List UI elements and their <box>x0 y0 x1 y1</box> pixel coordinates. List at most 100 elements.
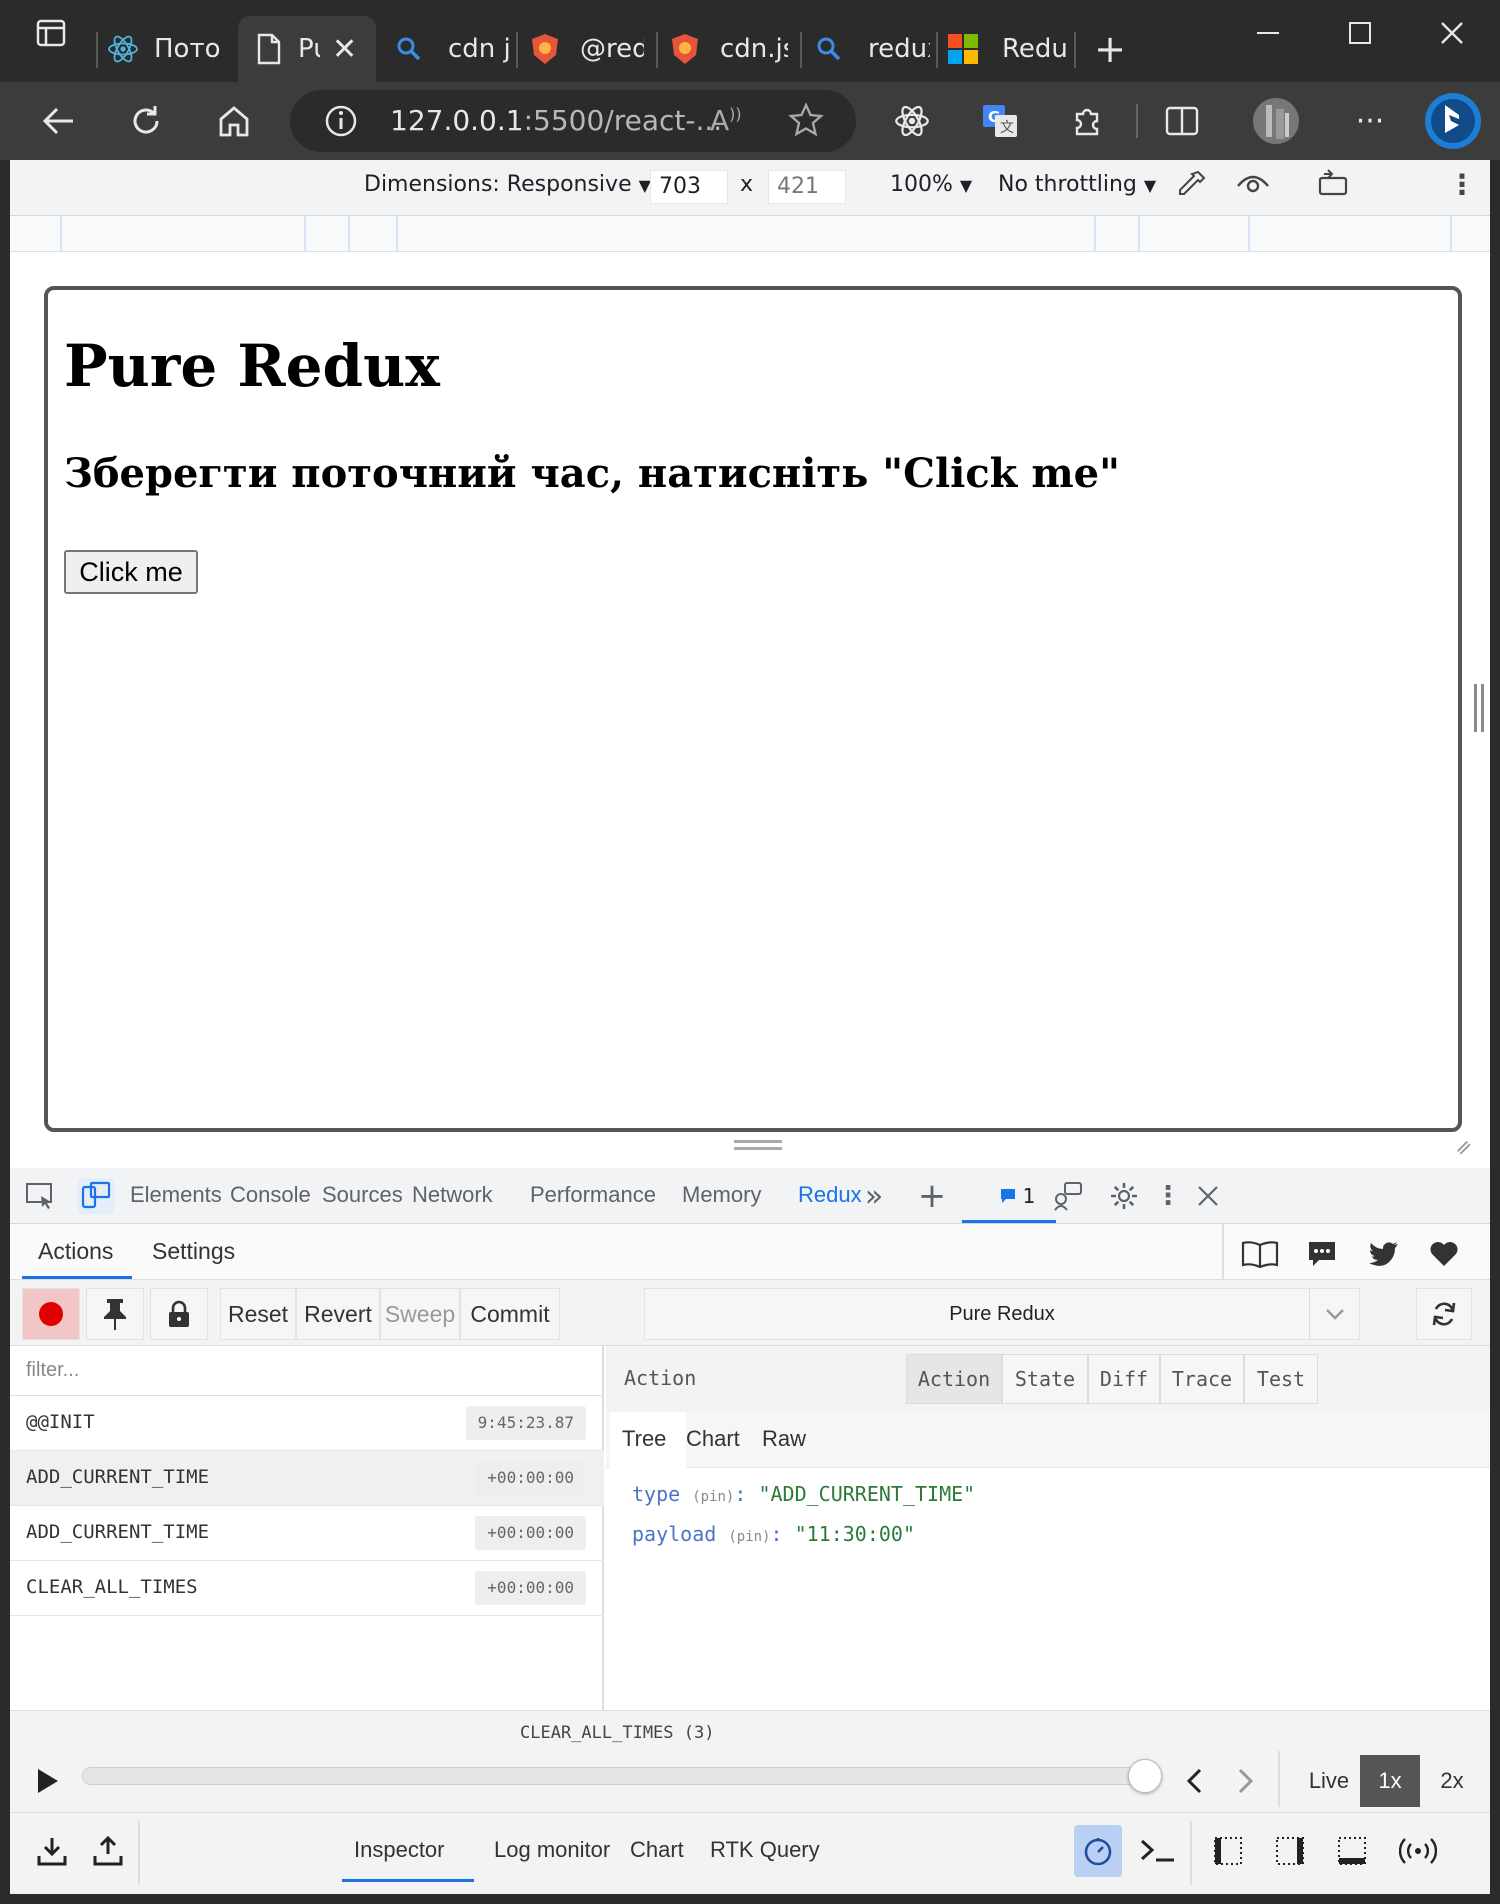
previous-action-button[interactable] <box>1174 1755 1214 1807</box>
sponsor-heart-icon[interactable] <box>1422 1234 1466 1274</box>
speed-1x-button[interactable]: 1x <box>1360 1755 1420 1807</box>
browser-tab-active[interactable]: Pure Redux ✕ <box>238 16 376 82</box>
minimize-icon[interactable] <box>1224 0 1312 66</box>
reset-button[interactable]: Reset <box>220 1288 296 1340</box>
rotate-device-icon[interactable] <box>1316 168 1350 204</box>
import-button[interactable] <box>28 1825 76 1877</box>
tab-network[interactable]: Network <box>412 1182 493 1208</box>
play-button[interactable] <box>26 1755 70 1807</box>
more-tabs-chevron-icon[interactable]: » <box>856 1178 892 1214</box>
maximize-icon[interactable] <box>1316 0 1404 66</box>
tab-action[interactable]: Action <box>906 1354 1002 1404</box>
nav-settings[interactable]: Settings <box>152 1238 235 1265</box>
add-tab-plus-icon[interactable]: + <box>914 1176 950 1216</box>
pin-link[interactable]: (pin) <box>728 1529 770 1545</box>
slider-handle[interactable] <box>1128 1759 1162 1793</box>
profile-avatar[interactable] <box>1246 92 1306 150</box>
tab-diff[interactable]: Diff <box>1088 1354 1160 1404</box>
tab-sources[interactable]: Sources <box>322 1182 403 1208</box>
action-row[interactable]: @@INIT 9:45:23.87 <box>10 1396 604 1451</box>
zoom-dropdown[interactable]: 100% ▼ <box>890 172 972 197</box>
read-aloud-icon[interactable]: A)) <box>710 104 742 137</box>
record-button[interactable] <box>22 1288 80 1340</box>
action-row-selected[interactable]: ADD_CURRENT_TIME +00:00:00 <box>10 1451 604 1506</box>
browser-tab[interactable]: Поток <box>106 16 232 82</box>
filter-input[interactable]: filter... <box>10 1346 604 1396</box>
translate-extension-icon[interactable]: G文 <box>970 92 1030 150</box>
slider-track[interactable] <box>82 1767 1160 1785</box>
sync-button[interactable] <box>1416 1288 1472 1340</box>
device-toolbar-toggle-icon[interactable] <box>78 1178 114 1214</box>
media-query-segment[interactable] <box>306 216 350 252</box>
react-devtools-extension-icon[interactable] <box>882 92 942 150</box>
dock-bottom-button[interactable] <box>1328 1825 1376 1877</box>
media-query-segment[interactable] <box>1050 216 1096 252</box>
media-query-segment[interactable] <box>10 216 62 252</box>
feedback-icon[interactable] <box>1050 1178 1086 1214</box>
dock-right-button[interactable] <box>1266 1825 1314 1877</box>
revert-button[interactable]: Revert <box>296 1288 380 1340</box>
tab-performance[interactable]: Performance <box>530 1182 656 1208</box>
monitor-rtk-query[interactable]: RTK Query <box>710 1837 820 1863</box>
tab-console[interactable]: Console <box>230 1182 311 1208</box>
tab-trace[interactable]: Trace <box>1160 1354 1244 1404</box>
favorite-star-icon[interactable] <box>788 102 824 142</box>
viewport-height-resize-handle[interactable] <box>734 1140 782 1150</box>
tab-memory[interactable]: Memory <box>682 1182 761 1208</box>
docs-book-icon[interactable] <box>1238 1234 1282 1274</box>
split-screen-icon[interactable] <box>1152 92 1212 150</box>
eyedropper-icon[interactable] <box>1176 168 1208 206</box>
browser-tab[interactable]: cdn.jsd <box>668 16 796 82</box>
dock-left-button[interactable] <box>1204 1825 1252 1877</box>
height-input[interactable]: 421 <box>768 170 846 204</box>
pin-link[interactable]: (pin) <box>692 1489 734 1505</box>
monitor-chart[interactable]: Chart <box>630 1837 684 1863</box>
new-tab-icon[interactable]: + <box>1080 16 1140 82</box>
speed-2x-button[interactable]: 2x <box>1424 1755 1480 1807</box>
device-toolbar-more-icon[interactable]: ⋮ <box>1448 168 1476 201</box>
click-me-button[interactable]: Click me <box>64 550 198 594</box>
persist-pin-button[interactable] <box>86 1288 144 1340</box>
terminal-button[interactable] <box>1130 1825 1186 1877</box>
dispatcher-timer-button[interactable] <box>1074 1825 1122 1877</box>
browser-tab[interactable]: Redux <box>946 16 1074 82</box>
subtab-raw[interactable]: Raw <box>762 1426 806 1452</box>
throttling-dropdown[interactable]: No throttling ▼ <box>998 172 1156 197</box>
bing-copilot-icon[interactable] <box>1418 92 1488 150</box>
subtab-tree[interactable]: Tree <box>622 1426 667 1452</box>
commit-button[interactable]: Commit <box>460 1288 560 1340</box>
sweep-button[interactable]: Sweep <box>380 1288 460 1340</box>
viewport-corner-resize-handle[interactable]: ═ <box>1451 1135 1478 1162</box>
action-row[interactable]: CLEAR_ALL_TIMES +00:00:00 <box>10 1561 604 1616</box>
discord-chat-icon[interactable] <box>1300 1234 1344 1274</box>
width-input[interactable]: 703 <box>650 170 728 204</box>
media-query-segment[interactable] <box>350 216 398 252</box>
back-icon[interactable] <box>28 92 88 150</box>
viewport-width-resize-handle[interactable] <box>1474 684 1484 732</box>
close-devtools-icon[interactable] <box>1190 1178 1226 1214</box>
close-tab-icon[interactable]: ✕ <box>332 32 357 67</box>
devtools-more-icon[interactable]: ⋮ <box>1150 1178 1186 1214</box>
inspect-element-icon[interactable] <box>22 1178 58 1214</box>
next-action-button[interactable] <box>1226 1755 1266 1807</box>
lock-button[interactable] <box>150 1288 208 1340</box>
media-query-segment[interactable] <box>1140 216 1452 252</box>
dimensions-dropdown[interactable]: Dimensions: Responsive ▼ <box>364 172 651 197</box>
issues-counter[interactable]: 1 <box>990 1178 1044 1214</box>
monitor-inspector[interactable]: Inspector <box>354 1837 445 1863</box>
subtab-chart[interactable]: Chart <box>686 1426 740 1452</box>
tree-row-type[interactable]: type (pin): "ADD_CURRENT_TIME" <box>632 1482 975 1506</box>
refresh-icon[interactable] <box>116 92 176 150</box>
media-query-segment[interactable] <box>1096 216 1140 252</box>
tab-redux[interactable]: Redux <box>798 1182 862 1208</box>
site-info-icon[interactable] <box>324 104 358 142</box>
browser-tab[interactable]: @redu <box>528 16 652 82</box>
live-button[interactable]: Live <box>1290 1755 1368 1807</box>
tree-row-payload[interactable]: payload (pin): "11:30:00" <box>632 1522 915 1546</box>
address-bar[interactable]: 127.0.0.1:5500/react-... A)) <box>290 90 856 152</box>
action-row[interactable]: ADD_CURRENT_TIME +00:00:00 <box>10 1506 604 1561</box>
remote-button[interactable] <box>1390 1825 1446 1877</box>
browser-tab[interactable]: redux <box>812 16 932 82</box>
tab-test[interactable]: Test <box>1244 1354 1318 1404</box>
tab-actions-icon[interactable] <box>6 0 96 66</box>
